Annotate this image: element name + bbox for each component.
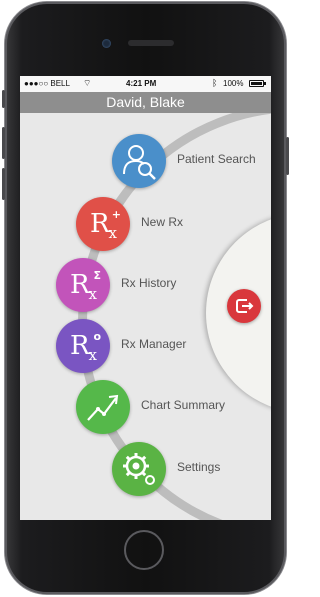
rx-manager-icon: Rx bbox=[69, 331, 97, 365]
volume-down-button bbox=[2, 168, 5, 200]
battery-percent: 100% bbox=[223, 79, 244, 88]
wifi-icon: ⌔ bbox=[83, 78, 92, 88]
menu-label-chart-summary: Chart Summary bbox=[141, 398, 226, 412]
mute-switch bbox=[2, 90, 5, 108]
menu-label-rx-manager: Rx Manager bbox=[121, 337, 187, 351]
menu-item-rx-manager[interactable]: Rx o Rx Manager bbox=[56, 319, 196, 375]
bluetooth-icon: ᛒ bbox=[212, 78, 218, 88]
patient-search-icon bbox=[123, 145, 156, 180]
logout-button[interactable] bbox=[227, 289, 261, 323]
menu-label-settings: Settings bbox=[177, 460, 221, 474]
status-time: 4:21 PM bbox=[126, 79, 157, 88]
menu-label-new-rx: New Rx bbox=[141, 215, 184, 229]
menu-item-chart-summary[interactable]: Chart Summary bbox=[76, 380, 236, 436]
patient-name-header: David, Blake bbox=[20, 92, 271, 113]
menu-item-rx-history[interactable]: Rx Σ Rx History bbox=[56, 258, 196, 314]
menu-item-new-rx[interactable]: Rx + New Rx bbox=[76, 197, 196, 253]
rx-history-circle: Rx Σ bbox=[56, 258, 110, 312]
rx-manager-circle: Rx o bbox=[56, 319, 110, 373]
new-rx-circle: Rx + bbox=[76, 197, 130, 251]
rx-plus-icon: Rx bbox=[89, 209, 117, 243]
menu-label-rx-history: Rx History bbox=[121, 276, 177, 290]
menu-label-patient-search: Patient Search bbox=[177, 152, 256, 166]
menu-item-patient-search[interactable]: Patient Search bbox=[112, 134, 262, 190]
phone-screen: ●●●○○ BELL ⌔ 4:21 PM ᛒ 100% David, Blake bbox=[20, 76, 271, 520]
gear-icon bbox=[123, 453, 155, 485]
home-button[interactable] bbox=[124, 530, 164, 570]
chart-summary-circle bbox=[76, 380, 130, 434]
status-bar: ●●●○○ BELL ⌔ 4:21 PM ᛒ 100% bbox=[20, 76, 271, 92]
power-button bbox=[286, 137, 289, 175]
menu-item-settings[interactable]: Settings bbox=[112, 442, 252, 498]
carrier-label: ●●●○○ BELL bbox=[24, 79, 70, 88]
logout-icon bbox=[236, 299, 254, 313]
earpiece-speaker bbox=[128, 40, 174, 46]
rx-history-icon: Rx bbox=[69, 270, 97, 304]
chart-trend-icon bbox=[87, 394, 119, 421]
settings-circle bbox=[112, 442, 166, 496]
battery-icon bbox=[249, 80, 266, 87]
front-camera bbox=[102, 39, 111, 48]
patient-search-circle bbox=[112, 134, 166, 188]
menu-area: Patient Search Rx + New Rx Rx Σ Rx Histo… bbox=[20, 113, 271, 520]
volume-up-button bbox=[2, 127, 5, 159]
